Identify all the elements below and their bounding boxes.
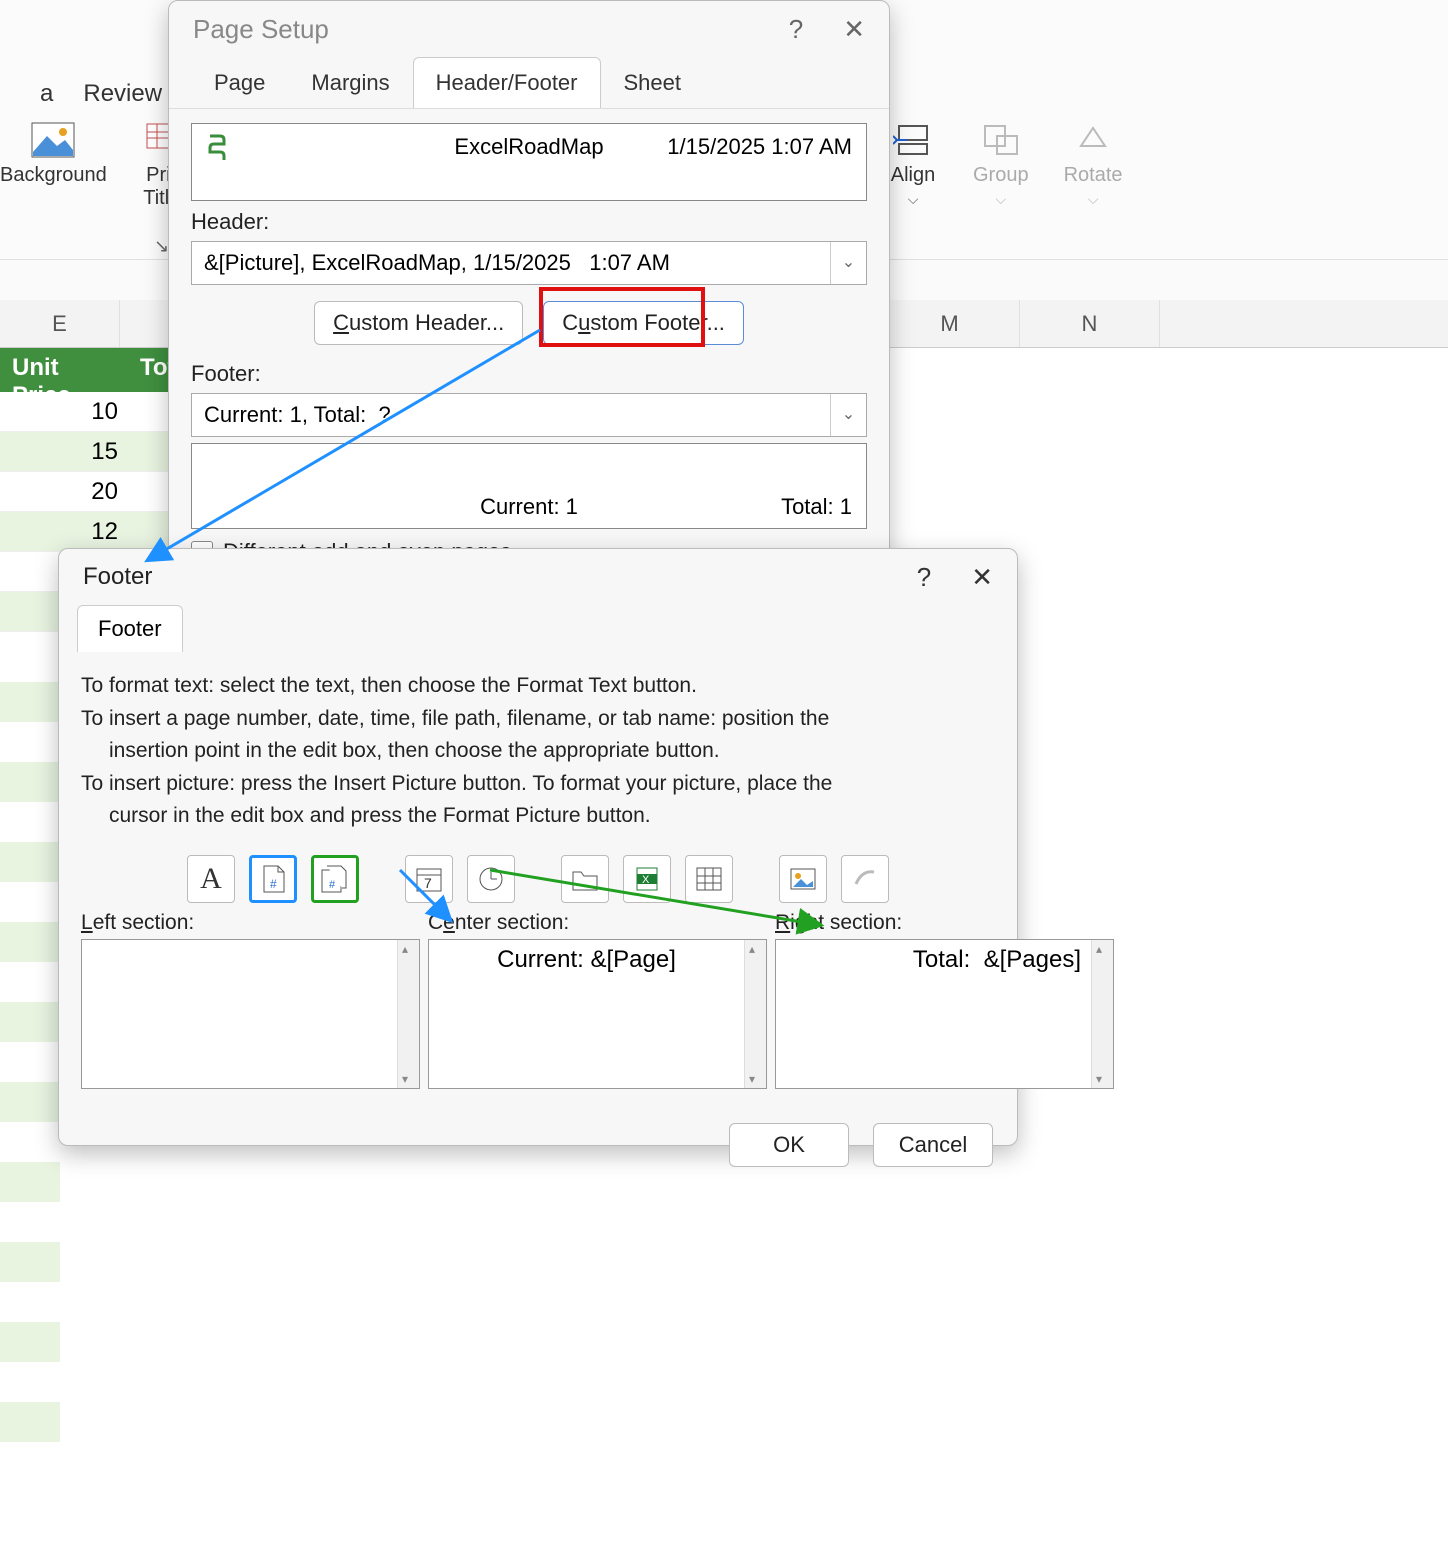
tab-footer[interactable]: Footer	[77, 605, 183, 652]
instructions-text: To format text: select the text, then ch…	[81, 670, 995, 833]
right-section-label: Right section:	[775, 911, 1114, 935]
scrollbar[interactable]	[1091, 940, 1113, 1088]
ok-button[interactable]: OK	[729, 1123, 849, 1167]
insert-number-of-pages-button[interactable]: #	[311, 855, 359, 903]
custom-header-button[interactable]: Custom Header...	[314, 301, 523, 345]
svg-text:7: 7	[424, 875, 432, 891]
format-picture-button[interactable]	[841, 855, 889, 903]
page-setup-dialog: Page Setup ? ✕ Page Margins Header/Foote…	[168, 0, 890, 560]
table-row[interactable]: 12	[0, 512, 168, 552]
align-icon	[888, 120, 938, 160]
close-button[interactable]: ✕	[971, 562, 993, 593]
ribbon-tab-review[interactable]: Review	[83, 80, 162, 108]
custom-footer-button[interactable]: Custom Footer...	[543, 301, 744, 345]
ribbon-rotate-button[interactable]: Rotate ⌵	[1064, 120, 1123, 208]
left-section-input[interactable]	[81, 939, 420, 1089]
column-header[interactable]: E	[0, 300, 120, 347]
insert-file-path-button[interactable]	[561, 855, 609, 903]
help-button[interactable]: ?	[789, 14, 803, 45]
tab-sheet[interactable]: Sheet	[601, 57, 705, 108]
header-dropdown[interactable]: ⌄	[191, 241, 867, 285]
chevron-down-icon: ⌵	[1088, 191, 1099, 208]
footer-dropdown-value[interactable]	[192, 402, 830, 428]
chevron-down-icon: ⌵	[908, 191, 919, 208]
scrollbar[interactable]	[744, 940, 766, 1088]
header-preview: ExcelRoadMap 1/15/2025 1:07 AM	[191, 123, 867, 201]
insert-sheet-name-button[interactable]	[685, 855, 733, 903]
svg-text:#: #	[329, 879, 336, 891]
tab-page[interactable]: Page	[191, 57, 288, 108]
scrollbar[interactable]	[397, 940, 419, 1088]
insert-page-number-button[interactable]: #	[249, 855, 297, 903]
center-section-input[interactable]	[428, 939, 767, 1089]
svg-text:X: X	[642, 874, 650, 886]
footer-dialog: Footer ? ✕ Footer To format text: select…	[58, 548, 1018, 1146]
footer-label: Footer:	[191, 361, 867, 387]
center-section-label: Center section:	[428, 911, 767, 935]
ribbon-background-button[interactable]: Background	[0, 120, 107, 187]
ribbon-tab-partial[interactable]: a	[40, 80, 53, 108]
close-button[interactable]: ✕	[843, 14, 865, 45]
header-dropdown-value[interactable]	[192, 250, 830, 276]
left-section-label: Left section:	[81, 911, 420, 935]
chevron-down-icon[interactable]: ⌄	[830, 242, 866, 284]
dialog-title: Footer	[83, 563, 152, 591]
header-label: Header:	[191, 209, 867, 235]
ribbon-group-button[interactable]: Group ⌵	[973, 120, 1029, 208]
table-row[interactable]: 10	[0, 392, 168, 432]
insert-file-name-button[interactable]: X	[623, 855, 671, 903]
image-icon	[28, 120, 78, 160]
column-header[interactable]: M	[880, 300, 1020, 347]
insert-time-button[interactable]	[467, 855, 515, 903]
dialog-title: Page Setup	[193, 14, 329, 45]
table-row[interactable]: 15	[0, 432, 168, 472]
tab-header-footer[interactable]: Header/Footer	[413, 57, 601, 108]
table-row[interactable]: 20	[0, 472, 168, 512]
format-text-button[interactable]: A	[187, 855, 235, 903]
cancel-button[interactable]: Cancel	[873, 1123, 993, 1167]
right-section-input[interactable]	[775, 939, 1114, 1089]
column-header[interactable]: N	[1020, 300, 1160, 347]
chevron-down-icon: ⌵	[995, 191, 1006, 208]
dialog-launcher-icon[interactable]: ↘	[154, 236, 169, 257]
footer-dropdown[interactable]: ⌄	[191, 393, 867, 437]
help-button[interactable]: ?	[917, 562, 931, 593]
chevron-down-icon[interactable]: ⌄	[830, 394, 866, 436]
tab-margins[interactable]: Margins	[288, 57, 412, 108]
svg-text:#: #	[270, 877, 277, 891]
ribbon-align-button[interactable]: Align ⌵	[888, 120, 938, 208]
picture-placeholder-icon	[206, 134, 230, 169]
insert-picture-button[interactable]	[779, 855, 827, 903]
group-icon	[976, 120, 1026, 160]
insert-date-button[interactable]: 7	[405, 855, 453, 903]
rotate-icon	[1068, 120, 1118, 160]
footer-preview: Current: 1 Total: 1	[191, 443, 867, 529]
